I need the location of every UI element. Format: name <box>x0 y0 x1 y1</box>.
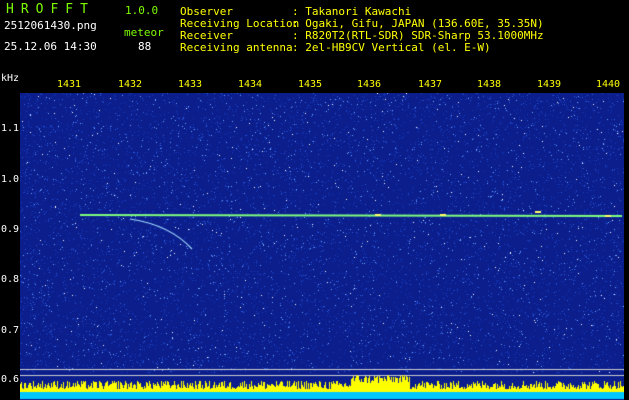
y-unit-label: kHz <box>1 73 20 84</box>
file-name: 2512061430.png <box>4 19 97 32</box>
x-tick: 1436 <box>357 79 382 90</box>
spectrogram-panel: kHz 1431 1432 1433 1434 1435 1436 1437 1… <box>0 73 629 400</box>
spectrogram-canvas <box>20 93 624 400</box>
x-tick: 1435 <box>298 79 323 90</box>
antenna-label: Receiving antenna <box>180 41 293 54</box>
x-tick: 1440 <box>596 79 621 90</box>
app-logo: HROFFT <box>6 2 95 17</box>
y-tick: 0.9 <box>1 224 20 235</box>
detection-count: 88 <box>138 40 152 53</box>
detection-label: meteor <box>124 26 164 39</box>
y-tick: 0.7 <box>1 325 20 336</box>
file-datetime: 25.12.06 14:30 <box>4 40 97 53</box>
header: HROFFT 1.0.0 2512061430.png 25.12.06 14:… <box>0 0 629 78</box>
antenna-value: : 2el-HB9CV Vertical (el. E-W) <box>292 41 491 54</box>
x-tick: 1431 <box>57 79 82 90</box>
app-version: 1.0.0 <box>125 4 159 17</box>
x-tick: 1434 <box>238 79 263 90</box>
x-tick: 1438 <box>477 79 502 90</box>
y-tick: 1.0 <box>1 174 20 185</box>
y-tick: 0.8 <box>1 274 20 285</box>
x-tick: 1437 <box>418 79 443 90</box>
y-tick: 1.1 <box>1 123 20 134</box>
y-tick: 0.6 <box>1 374 20 385</box>
x-tick: 1433 <box>178 79 203 90</box>
x-tick: 1439 <box>537 79 562 90</box>
x-tick: 1432 <box>118 79 143 90</box>
